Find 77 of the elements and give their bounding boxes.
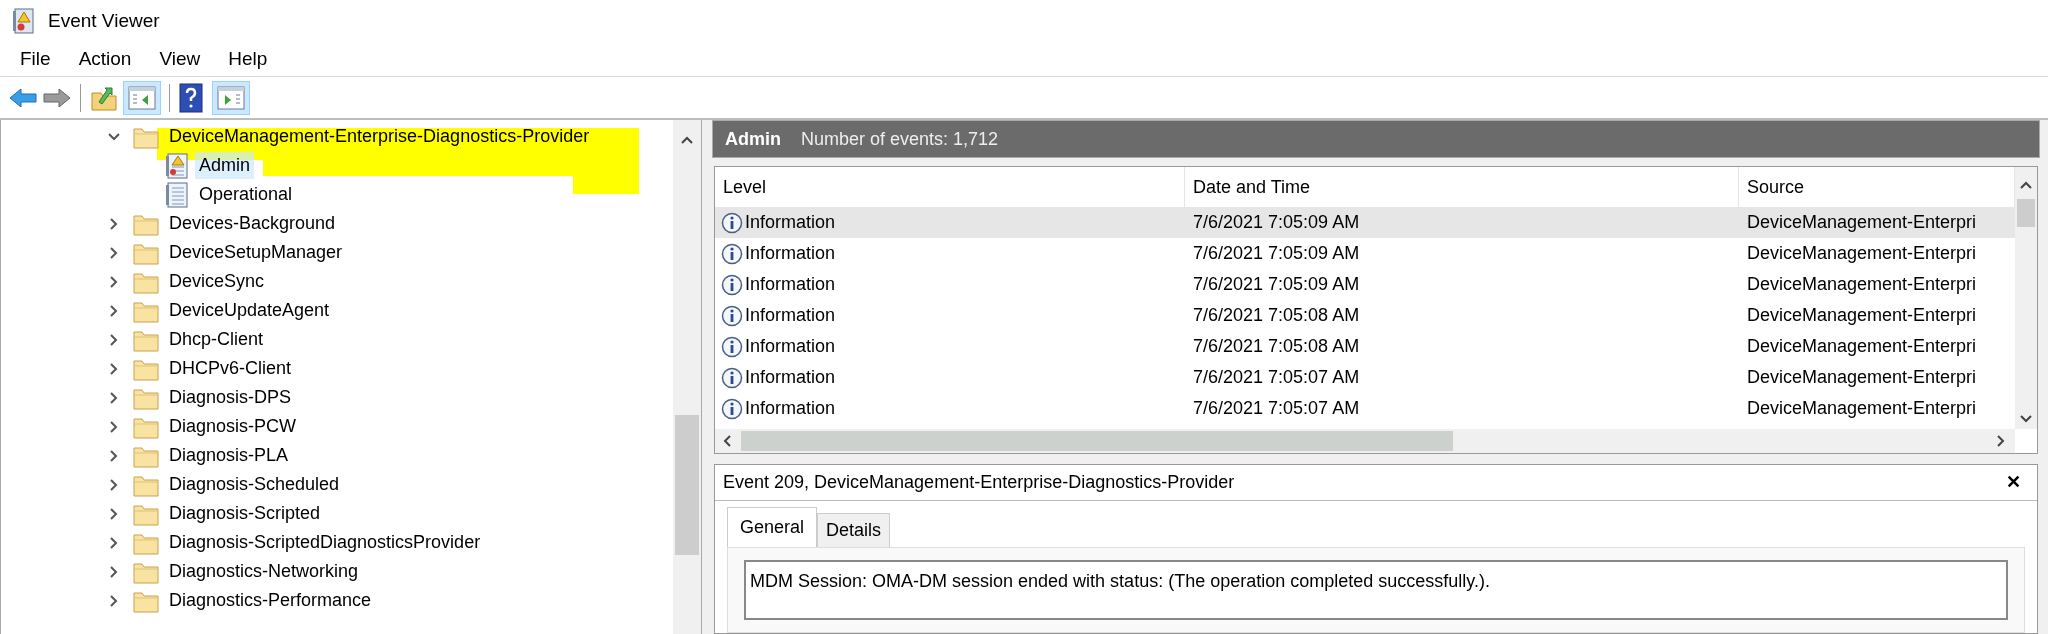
tree-item[interactable]: Diagnosis-Scheduled (169, 471, 340, 498)
event-title: Event 209, DeviceManagement-Enterprise-Diagnostics-Provider (723, 471, 1235, 494)
table-cell-text: DeviceManagement-Enterpri (1746, 242, 1978, 265)
menu-item[interactable]: File (8, 44, 63, 74)
event-count: Number of events: 1,712 (801, 127, 999, 151)
tree-item[interactable]: Diagnostics-Networking (169, 558, 359, 585)
event-viewer-icon (12, 8, 36, 34)
tree-item[interactable]: Diagnosis-PCW (169, 413, 297, 440)
scroll-up-icon[interactable] (681, 136, 693, 144)
warning-log-icon (165, 152, 189, 179)
tree-item[interactable]: DeviceManagement-Enterprise-Diagnostics-Provider (169, 123, 590, 150)
scroll-down-icon[interactable] (2020, 415, 2032, 423)
table-cell-text: Information (745, 273, 836, 296)
table-cell-text: 7/6/2021 7:05:08 AM (1192, 335, 1361, 358)
info-icon (721, 273, 743, 296)
table-cell-text: Information (745, 211, 836, 234)
info-icon (721, 211, 743, 234)
help-icon[interactable] (178, 82, 204, 113)
table-cell-text: DeviceManagement-Enterpri (1746, 273, 1978, 296)
log-icon (165, 181, 189, 208)
table-cell-text: Information (745, 397, 836, 420)
log-name: Admin (725, 127, 781, 151)
close-button[interactable]: ✕ (2006, 469, 2021, 496)
menu-item[interactable]: Help (216, 44, 280, 74)
vertical-scrollbar[interactable] (2015, 167, 2037, 429)
info-icon (721, 397, 743, 420)
scroll-left-icon[interactable] (723, 435, 731, 447)
info-icon (721, 366, 743, 389)
table-cell-text: DeviceManagement-Enterpri (1746, 304, 1978, 327)
tree-item[interactable]: Diagnosis-PLA (169, 442, 289, 469)
scrollbar-thumb[interactable] (741, 431, 1453, 451)
table-cell-text: Information (745, 242, 836, 265)
tree-item[interactable]: Devices-Background (169, 210, 336, 237)
table-cell-text: DeviceManagement-Enterpri (1746, 366, 1978, 389)
info-icon (721, 242, 743, 265)
tab[interactable]: Details (817, 513, 891, 547)
table-cell-text: Information (745, 335, 836, 358)
vertical-scrollbar[interactable] (673, 120, 701, 634)
show-action-pane-toggle-icon[interactable] (212, 80, 250, 115)
tree-item[interactable]: Diagnosis-Scripted (169, 500, 321, 527)
table-cell-text: 7/6/2021 7:05:08 AM (1192, 304, 1361, 327)
table-cell-text: 7/6/2021 7:05:07 AM (1192, 397, 1361, 420)
menu-item[interactable]: View (147, 44, 213, 74)
tree-item[interactable]: Diagnosis-ScriptedDiagnosticsProvider (169, 529, 481, 556)
scrollbar-thumb[interactable] (2017, 199, 2035, 227)
scroll-up-icon[interactable] (2020, 181, 2032, 189)
horizontal-scrollbar[interactable] (715, 429, 2015, 453)
tab[interactable]: General (727, 507, 818, 547)
tree-item[interactable]: Diagnosis-DPS (169, 384, 292, 411)
tree-item[interactable]: Operational (195, 181, 297, 208)
table-cell-text: Information (745, 304, 836, 327)
table-cell-text: 7/6/2021 7:05:09 AM (1192, 242, 1361, 265)
tree-item[interactable]: DeviceSetupManager (169, 239, 343, 266)
table-cell-text: DeviceManagement-Enterpri (1746, 211, 1978, 234)
table-cell-text: DeviceManagement-Enterpri (1746, 335, 1978, 358)
table-cell-text: 7/6/2021 7:05:09 AM (1192, 211, 1361, 234)
table-cell-text: 7/6/2021 7:05:07 AM (1192, 366, 1361, 389)
forward-arrow-icon[interactable] (42, 85, 72, 110)
tree-item[interactable]: Dhcp-Client (169, 326, 264, 353)
table-cell-text: 7/6/2021 7:05:09 AM (1192, 273, 1361, 296)
tree-item[interactable]: DeviceUpdateAgent (169, 297, 330, 324)
scrollbar-thumb[interactable] (675, 415, 699, 555)
table-row[interactable]: Information 7/6/2021 7:05:09 AM DeviceManagement-Enterpri (715, 207, 2015, 238)
tree-item[interactable]: DeviceSync (169, 268, 265, 295)
back-arrow-icon[interactable] (8, 85, 38, 110)
table-cell-text: DeviceManagement-Enterpri (1746, 397, 1978, 420)
info-icon (721, 335, 743, 358)
tree-item[interactable]: Diagnostics-Performance (169, 587, 372, 614)
info-icon (721, 304, 743, 327)
event-message: MDM Session: OMA-DM session ended with status: (The operation completed successfully.). (750, 571, 1490, 591)
tree-item[interactable]: DHCPv6-Client (169, 355, 292, 382)
menu-item[interactable]: Action (66, 44, 144, 74)
window-title: Event Viewer (48, 8, 160, 33)
show-tree-toggle-icon[interactable] (123, 80, 161, 115)
tree-item[interactable]: Admin (195, 152, 255, 179)
scroll-right-icon[interactable] (1997, 435, 2005, 447)
table-cell-text: Information (745, 366, 836, 389)
